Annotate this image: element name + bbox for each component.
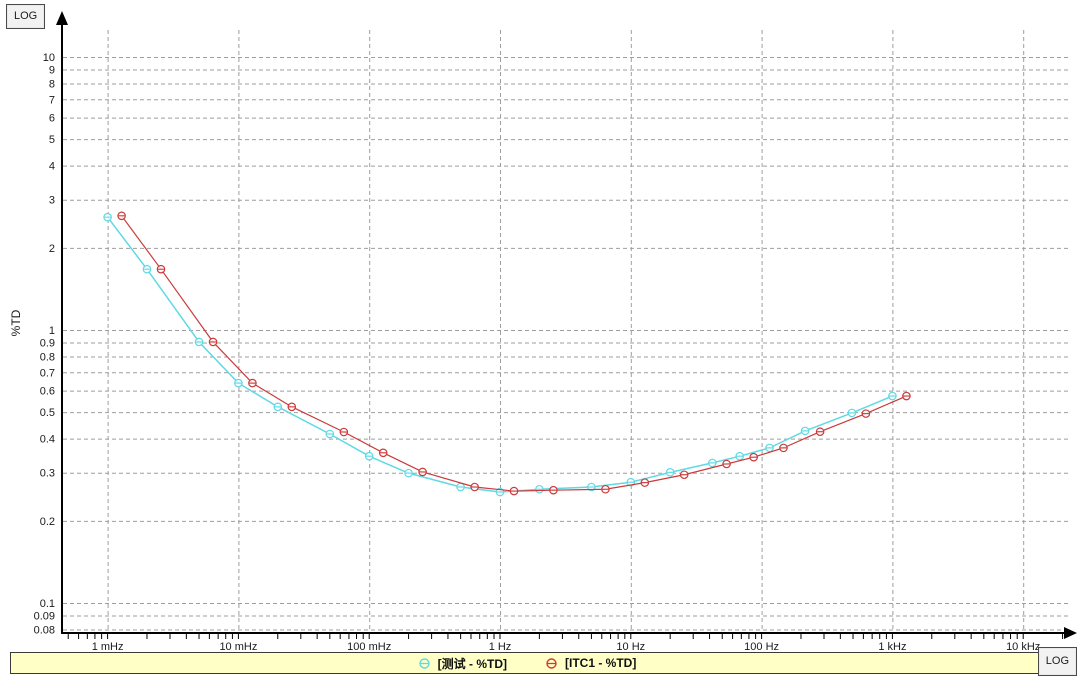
legend-item-label: [测试 - %TD] [438,655,507,672]
legend-marker-icon [545,657,558,670]
series-1-markers [118,212,910,495]
y-tick-label: 0.3 [40,468,55,480]
y-axis-title: %TD [9,306,23,340]
y-tick-label: 6 [49,113,55,125]
y-tick-label: 0.09 [34,610,55,622]
y-tick-label: 8 [49,78,55,90]
legend-bar: [测试 - %TD] [ITC1 - %TD] [10,652,1044,674]
y-tick-label: 10 [43,52,55,64]
y-tick-label: 7 [49,94,55,106]
x-axis-arrow-icon [1064,627,1077,639]
y-tick-label: 0.1 [40,598,55,610]
legend-item-0[interactable]: [测试 - %TD] [418,655,507,672]
x-tick-label: 10 kHz [1006,641,1040,650]
y-tick-label: 0.2 [40,516,55,528]
legend-item-label: [ITC1 - %TD] [565,656,636,670]
x-tick-label: 10 Hz [616,641,645,650]
x-tick-label: 1 kHz [878,641,906,650]
x-tick-label: 100 mHz [347,641,391,650]
x-tick-label: 100 Hz [744,641,779,650]
y-tick-label: 1 [49,325,55,337]
y-tick-label: 4 [49,161,55,173]
x-tick-label: 1 Hz [489,641,512,650]
app-window: LOG 109 8 7 6 5 4 3 2 10.9 0.8 0.7 0.6 0.5 0.4 0.3 0.2 0… [0,0,1078,676]
y-tick-label: 0.7 [40,367,55,379]
chart-canvas[interactable]: 109876543210.90.80.70.60.50.40.30.20.10.… [0,0,1078,650]
x-tick-label: 1 mHz [92,641,124,650]
y-tick-label: 9 [49,64,55,76]
y-axis-arrow-icon [56,11,68,25]
y-tick-label: 3 [49,195,55,207]
legend-item-1[interactable]: [ITC1 - %TD] [545,656,636,670]
y-tick-label: 0.6 [40,386,55,398]
x-tick-label: 10 mHz [219,641,257,650]
y-tick-label: 0.08 [34,624,55,636]
axes [61,22,1066,633]
y-tick-labels: 109876543210.90.80.70.60.50.40.30.20.10.… [34,52,55,636]
y-tick-label: 2 [49,243,55,255]
series-1 [118,212,910,495]
log-scale-button-bottom[interactable]: LOG [1038,647,1077,676]
y-tick-label: 0.9 [40,337,55,349]
legend-marker-icon [418,657,431,670]
x-minor-ticks [68,634,1062,639]
y-tick-label: 5 [49,134,55,146]
y-tick-label: 0.4 [40,434,55,446]
y-tick-label: 0.5 [40,407,55,419]
y-tick-label: 0.8 [40,351,55,363]
x-tick-labels: 1 mHz 10 mHz 100 mHz 1 Hz 10 Hz 100 Hz 1 kHz 10… [92,641,1041,650]
